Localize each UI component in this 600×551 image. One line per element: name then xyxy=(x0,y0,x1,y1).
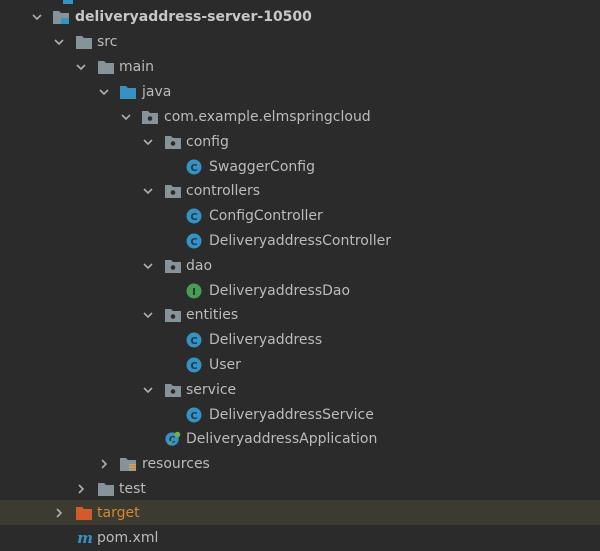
interface-icon: I xyxy=(186,283,202,299)
tree-row-root[interactable]: deliveryaddress-server-10500 xyxy=(0,5,600,30)
svg-text:C: C xyxy=(190,411,197,422)
svg-text:C: C xyxy=(190,237,197,248)
tree-row-controllers[interactable]: controllers xyxy=(0,179,600,204)
tree-label: DeliveryaddressDao xyxy=(209,283,351,299)
svg-text:m: m xyxy=(77,530,93,546)
tree-row-dao[interactable]: dao xyxy=(0,254,600,279)
tree-row-resources[interactable]: resources xyxy=(0,452,600,477)
package-icon xyxy=(165,136,181,149)
svg-text:C: C xyxy=(169,436,176,446)
tree-label: config xyxy=(186,134,229,150)
folder-icon xyxy=(98,483,114,496)
chevron-down-icon[interactable] xyxy=(141,184,155,198)
chevron-down-icon[interactable] xyxy=(141,308,155,322)
excluded-folder-icon xyxy=(76,507,92,520)
tree-row-deliveryaddress[interactable]: C Deliveryaddress xyxy=(0,328,600,353)
class-icon: C xyxy=(186,208,202,224)
tree-row-package[interactable]: com.example.elmspringcloud xyxy=(0,105,600,130)
chevron-right-icon[interactable] xyxy=(97,457,111,471)
module-folder-icon xyxy=(53,11,69,24)
chevron-down-icon[interactable] xyxy=(141,135,155,149)
folder-icon xyxy=(98,61,114,74)
tree-row-entities[interactable]: entities xyxy=(0,303,600,328)
resources-folder-icon xyxy=(120,458,136,471)
tree-row-target[interactable]: target xyxy=(0,500,600,525)
tree-label: service xyxy=(186,382,237,398)
spring-boot-class-icon: C xyxy=(165,431,181,446)
class-icon: C xyxy=(186,233,202,249)
tree-label: pom.xml xyxy=(97,530,159,546)
chevron-down-icon[interactable] xyxy=(97,85,111,99)
chevron-down-icon[interactable] xyxy=(141,383,155,397)
chevron-down-icon[interactable] xyxy=(119,110,133,124)
tree-label: ConfigController xyxy=(209,208,323,224)
tree-row-src[interactable]: src xyxy=(0,30,600,55)
tree-label: DeliveryaddressController xyxy=(209,233,391,249)
svg-text:I: I xyxy=(192,287,196,298)
tree-label: DeliveryaddressApplication xyxy=(186,431,378,447)
tree-label: User xyxy=(209,357,241,373)
maven-file-icon: m xyxy=(77,530,93,546)
tree-row-config[interactable]: config xyxy=(0,130,600,155)
package-icon xyxy=(165,309,181,322)
tree-row-java[interactable]: java xyxy=(0,80,600,105)
tree-row-deliveryaddress-service[interactable]: C DeliveryaddressService xyxy=(0,403,600,428)
package-icon xyxy=(165,185,181,198)
svg-text:C: C xyxy=(190,212,197,223)
chevron-down-icon[interactable] xyxy=(141,259,155,273)
tree-row-deliveryaddress-dao[interactable]: I DeliveryaddressDao xyxy=(0,279,600,304)
class-icon: C xyxy=(186,407,202,423)
tree-label: target xyxy=(97,505,140,521)
tree-label: com.example.elmspringcloud xyxy=(164,109,371,125)
tree-row-deliveryaddress-controller[interactable]: C DeliveryaddressController xyxy=(0,229,600,254)
package-icon xyxy=(165,260,181,273)
tree-label: controllers xyxy=(186,183,261,199)
tree-label: src xyxy=(97,34,118,50)
tree-label: Deliveryaddress xyxy=(209,332,323,348)
chevron-down-icon[interactable] xyxy=(74,60,88,74)
svg-text:C: C xyxy=(190,361,197,372)
package-icon xyxy=(165,384,181,397)
tree-row-service[interactable]: service xyxy=(0,378,600,403)
tree-row-test[interactable]: test xyxy=(0,477,600,502)
tree-row-main[interactable]: main xyxy=(0,55,600,80)
tree-label: java xyxy=(142,84,172,100)
tree-label: test xyxy=(119,481,146,497)
chevron-down-icon[interactable] xyxy=(52,35,66,49)
tree-label: SwaggerConfig xyxy=(209,159,315,175)
tree-label: resources xyxy=(142,456,210,472)
tree-label: entities xyxy=(186,307,239,323)
source-root-folder-icon xyxy=(120,86,136,99)
tree-row-user[interactable]: C User xyxy=(0,353,600,378)
chevron-down-icon[interactable] xyxy=(30,10,44,24)
tree-label: deliveryaddress-server-10500 xyxy=(75,9,312,25)
class-icon: C xyxy=(186,332,202,348)
tree-row-swagger-config[interactable]: C SwaggerConfig xyxy=(0,155,600,180)
chevron-right-icon[interactable] xyxy=(52,506,66,520)
tree-row-config-controller[interactable]: C ConfigController xyxy=(0,204,600,229)
class-icon: C xyxy=(186,357,202,373)
tree-label: DeliveryaddressService xyxy=(209,407,374,423)
tree-row-deliveryaddress-application[interactable]: C DeliveryaddressApplication xyxy=(0,427,600,452)
scroll-stub xyxy=(63,0,73,4)
project-tree: deliveryaddress-server-10500 src main ja… xyxy=(0,0,600,548)
tree-row-pom[interactable]: m pom.xml xyxy=(0,526,600,551)
tree-label: dao xyxy=(186,258,213,274)
package-icon xyxy=(142,111,158,124)
class-icon: C xyxy=(186,159,202,175)
chevron-right-icon[interactable] xyxy=(74,482,88,496)
svg-text:C: C xyxy=(190,336,197,347)
svg-text:C: C xyxy=(190,163,197,174)
folder-icon xyxy=(76,36,92,49)
tree-label: main xyxy=(119,59,154,75)
